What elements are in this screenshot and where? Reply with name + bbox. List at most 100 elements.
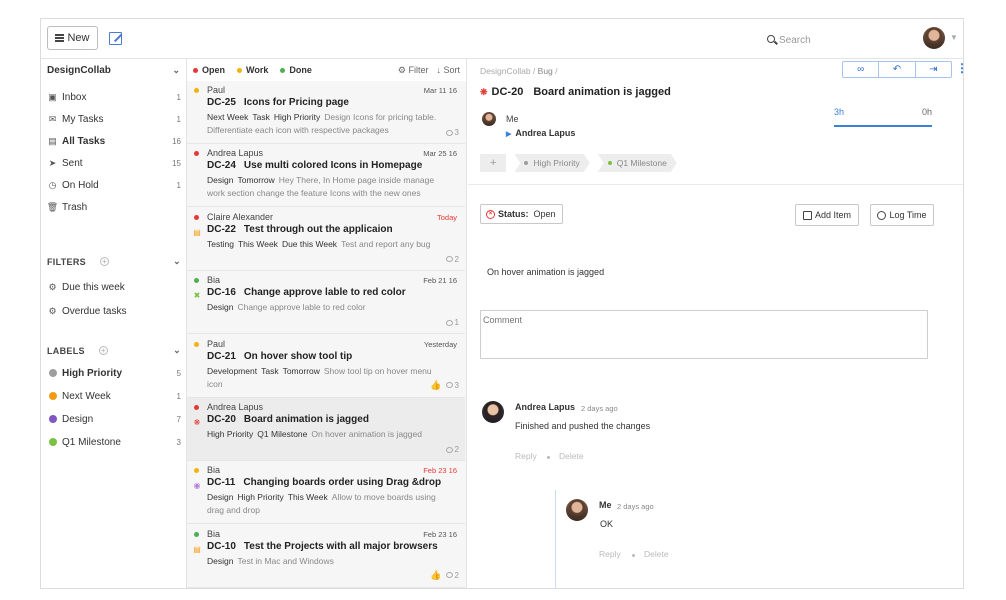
search-box[interactable]	[767, 32, 917, 48]
task-tag: High Priority	[237, 492, 284, 503]
task-description: Test in Mac and Windows	[237, 555, 334, 566]
task-row[interactable]: Andrea Lapus Mar 25 16 DC-24 Use multi colo…	[187, 144, 465, 208]
task-title: ❋ DC-20 Board animation is jagged	[480, 86, 671, 98]
task-author: Bia	[207, 275, 221, 286]
task-list: Open Work Done ⚙ Filter ↓ Sort Paul Mar 1…	[187, 59, 467, 588]
chevron-down-icon[interactable]: ⌄	[173, 345, 181, 356]
task-row[interactable]: ◉ Bia Feb 23 16 DC-11 Changing boards order …	[187, 461, 465, 525]
comment-icon	[445, 382, 453, 389]
comment-input[interactable]	[480, 310, 928, 359]
sort-button[interactable]: ↓ Sort	[436, 65, 460, 76]
comment-author: Andrea Lapus	[515, 402, 576, 412]
chevron-down-icon: ⌄	[172, 64, 180, 75]
add-label-chip[interactable]: +	[480, 154, 507, 172]
comment-icon	[445, 129, 453, 136]
sidebar-item-on-hold[interactable]: ◷ On Hold 1	[41, 175, 187, 195]
workspace-selector[interactable]: DesignCollab ⌄	[41, 59, 186, 81]
label-design[interactable]: Design 7	[41, 409, 187, 429]
assignee[interactable]: ▶ Andrea Lapus	[506, 128, 575, 138]
filter-overdue-tasks[interactable]: ⚙ Overdue tasks	[41, 301, 187, 321]
comment-icon	[445, 446, 453, 453]
legend-done[interactable]: Done	[280, 65, 312, 75]
more-options-icon[interactable]: ⋮	[956, 62, 963, 74]
log-time-label: Log Time	[889, 210, 927, 220]
link-icon[interactable]: ∞	[843, 62, 880, 77]
task-title-text: Icons for Pricing page	[243, 97, 349, 108]
add-item-button[interactable]: Add Item	[795, 204, 859, 226]
comment-count-value: 2	[454, 570, 459, 580]
comment-count-value: 1	[454, 318, 459, 328]
task-summary: Development Task Tomorrow Show tool tip on …	[207, 365, 442, 389]
label-high-priority[interactable]: High Priority 5	[41, 363, 187, 383]
sidebar-item-count: 1	[176, 114, 181, 124]
task-row[interactable]: ▤ Bia Feb 23 16 DC-10 Test the Projects with…	[187, 524, 465, 588]
time-progress-bar	[834, 125, 932, 127]
breadcrumb-workspace[interactable]: DesignCollab	[480, 66, 531, 76]
sidebar-item-inbox[interactable]: ▣ Inbox 1	[41, 87, 187, 107]
reply-link[interactable]: Reply	[515, 451, 537, 461]
legend-work[interactable]: Work	[237, 65, 268, 75]
reply-icon[interactable]: ↶	[879, 62, 916, 77]
task-summary: Testing This Week Due this Week Test and re…	[207, 238, 442, 262]
label-count: 7	[176, 414, 181, 424]
task-tag: Design	[207, 175, 234, 186]
filter-button[interactable]: ⚙ Filter	[398, 65, 429, 76]
checkbox-icon	[802, 210, 812, 220]
chevron-down-icon[interactable]: ⌄	[173, 256, 181, 267]
chip-q1-milestone[interactable]: Q1 Milestone	[598, 154, 677, 172]
user-avatar[interactable]	[923, 27, 945, 49]
sidebar-item-sent[interactable]: ➤ Sent 15	[41, 153, 187, 173]
reply-thread-line	[555, 490, 556, 588]
gear-icon: ⚙	[48, 281, 57, 292]
reply-link[interactable]: Reply	[599, 549, 621, 559]
label-next-week[interactable]: Next Week 1	[41, 386, 187, 406]
comment-icon	[445, 256, 453, 263]
status-dot	[237, 67, 243, 73]
task-tag: Q1 Milestone	[257, 429, 308, 439]
sidebar-item-all-tasks[interactable]: ▤ All Tasks 16	[41, 131, 187, 151]
search-input[interactable]	[779, 34, 899, 46]
log-time-button[interactable]: Log Time	[870, 204, 934, 226]
comment-count-value: 3	[454, 380, 459, 390]
compose-icon[interactable]	[109, 32, 122, 45]
gear-icon: ⚙	[397, 64, 406, 75]
task-row[interactable]: Paul Yesterday DC-21 On hover show tool tip…	[187, 334, 465, 398]
move-icon[interactable]: ⇥	[916, 62, 951, 77]
sidebar-item-label: On Hold	[62, 179, 99, 191]
task-row[interactable]: ▤ Claire Alexander Today DC-22 Test through …	[187, 207, 465, 271]
status-button[interactable]: × Status: Open	[480, 204, 563, 224]
delete-link[interactable]: Delete	[559, 451, 584, 461]
add-label-icon[interactable]: +	[98, 346, 108, 355]
task-title: DC-16 Change approve lable to red color	[207, 287, 457, 298]
task-title: DC-21 On hover show tool tip	[207, 351, 457, 362]
sidebar-item-my-tasks[interactable]: ✉ My Tasks 1	[41, 109, 187, 129]
send-icon: ➤	[48, 157, 57, 168]
sidebar-item-trash[interactable]: 🗑 Trash	[41, 197, 187, 217]
task-row[interactable]: ✖ Bia Feb 21 16 DC-16 Change approve lable t…	[187, 271, 465, 335]
task-title: DC-24 Use multi colored Icons in Homepage	[207, 160, 457, 171]
filter-due-this-week[interactable]: ⚙ Due this week	[41, 277, 187, 297]
add-filter-icon[interactable]: +	[99, 257, 109, 266]
task-title-text: Test the Projects with all major browser…	[243, 540, 438, 552]
task-code: DC-20	[207, 414, 236, 425]
task-code: DC-22	[207, 223, 236, 235]
time-spent: 3h	[834, 107, 845, 117]
task-row[interactable]: ❋ Andrea Lapus DC-20 Board animation is jag…	[187, 398, 465, 461]
chip-high-priority[interactable]: High Priority	[514, 154, 589, 172]
task-tag: High Priority	[273, 112, 321, 122]
task-tag: This Week	[237, 238, 278, 249]
chip-label: Q1 Milestone	[616, 158, 667, 168]
delete-link[interactable]: Delete	[644, 549, 669, 559]
breadcrumb-type[interactable]: Bug	[538, 66, 553, 76]
task-row[interactable]: Paul Mar 11 16 DC-25 Icons for Pricing page…	[187, 81, 465, 144]
legend-open[interactable]: Open	[193, 65, 225, 75]
comment-time: 2 days ago	[581, 404, 618, 413]
new-button[interactable]: New	[47, 26, 98, 50]
filters-title: FILTERS	[47, 256, 86, 267]
chevron-down-icon[interactable]: ▼	[950, 33, 958, 42]
filter-label: Filter	[408, 64, 429, 75]
status-dot	[194, 468, 199, 474]
label-q1-milestone[interactable]: Q1 Milestone 3	[41, 432, 187, 452]
comment-count: 👍 3	[430, 380, 459, 391]
search-icon	[767, 35, 775, 43]
